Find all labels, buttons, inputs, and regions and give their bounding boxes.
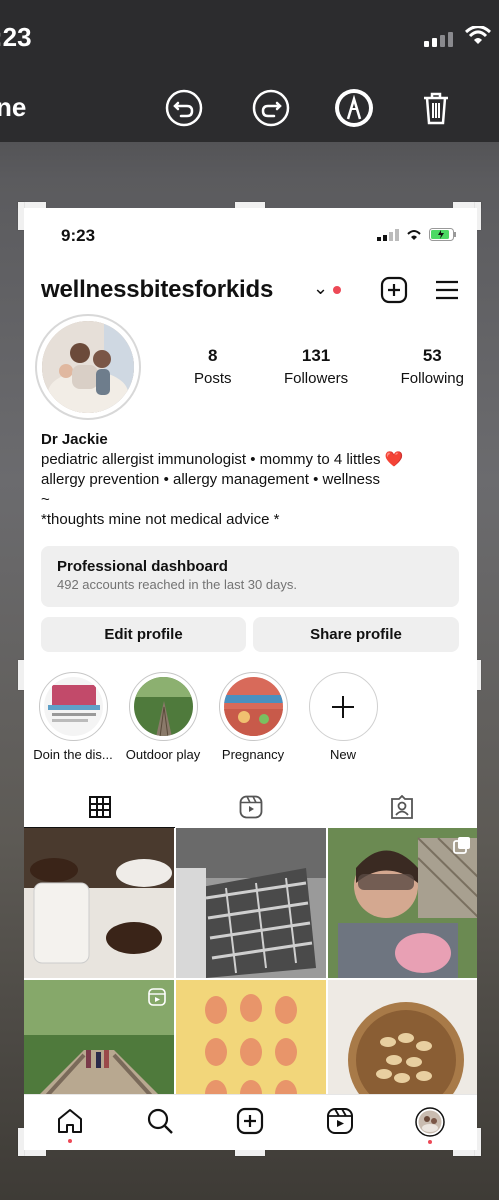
profile-avatar-icon[interactable] xyxy=(415,1107,445,1137)
bio-line: ~ xyxy=(41,491,50,508)
profile-username[interactable]: wellnessbitesforkids xyxy=(41,276,273,304)
bio-line: *thoughts mine not medical advice * xyxy=(41,511,280,528)
notification-dot xyxy=(333,286,341,294)
os-time: :23 xyxy=(0,22,32,52)
stat-posts[interactable]: 8 Posts xyxy=(194,346,232,387)
home-icon[interactable] xyxy=(56,1107,84,1135)
stat-following[interactable]: 53 Following xyxy=(401,346,464,387)
reels-icon xyxy=(239,795,262,819)
profile-bio: Dr Jackie pediatric allergist immunologi… xyxy=(41,430,461,530)
done-button[interactable]: ne xyxy=(0,92,26,123)
plus-icon xyxy=(314,677,373,736)
new-highlight-button[interactable]: New xyxy=(303,672,383,762)
signal-icon xyxy=(377,228,399,241)
post-thumbnail[interactable] xyxy=(24,828,174,978)
avatar[interactable] xyxy=(35,314,141,420)
wifi-icon xyxy=(464,25,492,51)
highlight-item[interactable]: Outdoor play xyxy=(123,672,203,762)
menu-icon[interactable] xyxy=(433,276,461,304)
bottom-nav xyxy=(24,1094,477,1150)
phone-time: 9:23 xyxy=(61,226,96,245)
professional-dashboard[interactable]: Professional dashboard 492 accounts reac… xyxy=(41,546,459,607)
profile-tabs xyxy=(24,786,477,828)
bio-line: allergy prevention • allergy management … xyxy=(41,471,381,488)
search-icon[interactable] xyxy=(146,1107,174,1135)
stat-followers[interactable]: 131 Followers xyxy=(284,346,348,387)
tab-grid[interactable] xyxy=(24,786,175,828)
chevron-down-icon[interactable]: ⌄ xyxy=(313,278,328,299)
os-status-bar: :23 xyxy=(0,0,499,76)
highlight-cover xyxy=(223,677,283,736)
screenshot-preview: 9:23 wellnessbitesforkids ⌄ 8 Posts 131 … xyxy=(24,208,477,1150)
highlight-cover xyxy=(43,677,103,736)
create-post-icon[interactable] xyxy=(380,276,408,304)
cellular-signal-icon xyxy=(424,32,453,47)
post-thumbnail[interactable] xyxy=(328,828,477,978)
share-profile-button[interactable]: Share profile xyxy=(253,617,459,652)
bio-name: Dr Jackie xyxy=(41,431,108,448)
highlight-item[interactable]: Doin the dis... xyxy=(33,672,113,762)
profile-notification-dot xyxy=(428,1140,432,1144)
redo-icon[interactable] xyxy=(251,88,291,128)
home-notification-dot xyxy=(68,1139,72,1143)
highlight-cover xyxy=(133,677,193,736)
edit-profile-button[interactable]: Edit profile xyxy=(41,617,246,652)
tagged-icon xyxy=(390,795,413,819)
bio-line: pediatric allergist immunologist • mommy… xyxy=(41,451,404,468)
post-thumbnail[interactable] xyxy=(176,828,326,978)
reel-badge-icon xyxy=(148,988,166,1006)
post-grid xyxy=(24,828,477,1130)
wifi-icon xyxy=(407,230,421,240)
crop-handle-bottom[interactable] xyxy=(235,1150,265,1156)
tab-tagged[interactable] xyxy=(326,786,477,828)
tab-reels[interactable] xyxy=(175,786,326,828)
create-icon[interactable] xyxy=(236,1107,264,1135)
battery-icon xyxy=(429,228,456,241)
undo-icon[interactable] xyxy=(164,88,204,128)
trash-icon[interactable] xyxy=(416,88,456,128)
reels-icon[interactable] xyxy=(326,1107,354,1135)
carousel-icon xyxy=(453,837,470,854)
highlight-item[interactable]: Pregnancy xyxy=(213,672,293,762)
editor-toolbar: ne xyxy=(0,76,499,142)
grid-icon xyxy=(88,796,111,818)
profile-stats: 8 Posts 131 Followers 53 Following xyxy=(194,346,464,387)
phone-status-bar: 9:23 xyxy=(24,208,477,264)
markup-pen-icon[interactable] xyxy=(334,88,374,128)
